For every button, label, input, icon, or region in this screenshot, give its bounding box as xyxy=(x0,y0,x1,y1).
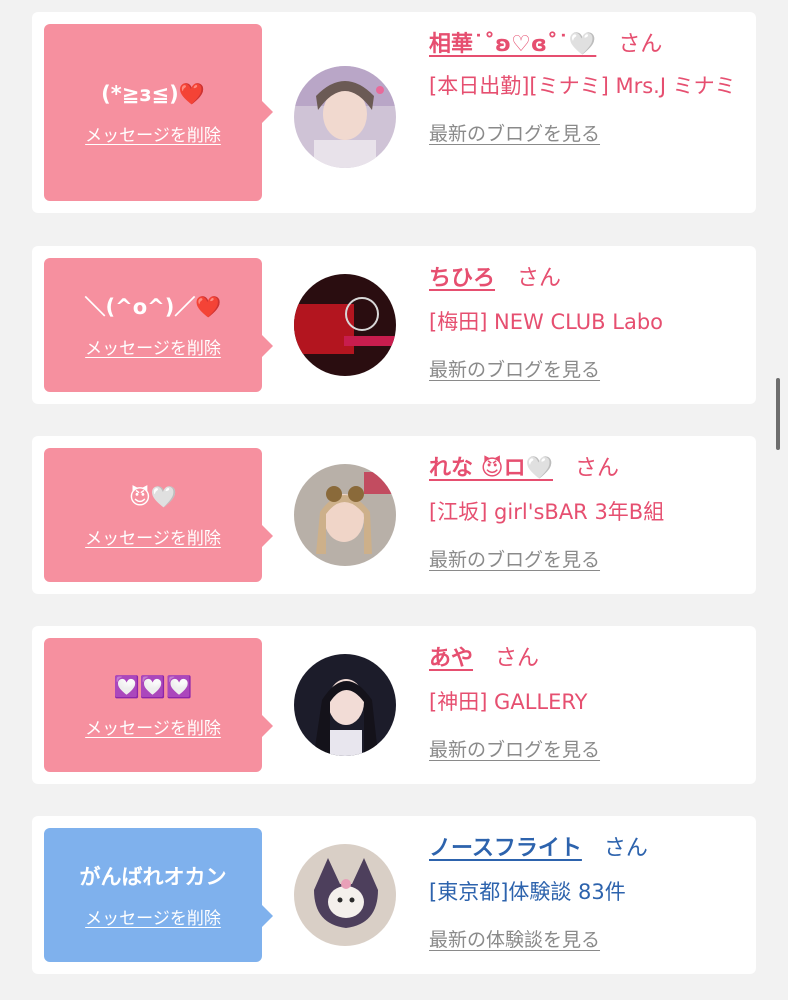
avatar[interactable] xyxy=(294,274,396,376)
message-card: (*≧з≦)❤️ メッセージを削除 相華˙˚ʚ♡ɞ˚˙🤍 さん [本日出勤][ミナ… xyxy=(32,12,756,213)
member-name-link[interactable]: れな 😈ロ🤍 xyxy=(429,456,553,481)
latest-blog-link[interactable]: 最新のブログを見る xyxy=(429,114,600,154)
message-card: 😈🤍 メッセージを削除 れな 😈ロ🤍 さん [江坂] girl'sBAR 3年B組… xyxy=(32,436,756,594)
latest-experience-link[interactable]: 最新の体験談を見る xyxy=(429,920,600,960)
honorific: さん xyxy=(618,32,663,57)
member-name-link[interactable]: ちひろ xyxy=(429,266,495,291)
message-card: ＼(^o^)／❤️ メッセージを削除 ちひろ さん [梅田] NEW CLUB L… xyxy=(32,246,756,404)
delete-message-link[interactable]: メッセージを削除 xyxy=(85,121,221,146)
message-bubble: ＼(^o^)／❤️ メッセージを削除 xyxy=(44,258,273,392)
shop-info: [東京都]体験談 83件 xyxy=(429,880,626,904)
member-info: ノースフライト さん [東京都]体験談 83件 最新の体験談を見る xyxy=(429,828,739,960)
member-name-link[interactable]: 相華˙˚ʚ♡ɞ˚˙🤍 xyxy=(429,32,596,57)
member-info: あや さん [神田] GALLERY 最新のブログを見る xyxy=(429,638,739,770)
message-bubble: 💟💟💟 メッセージを削除 xyxy=(44,638,273,772)
member-info: 相華˙˚ʚ♡ɞ˚˙🤍 さん [本日出勤][ミナミ] Mrs.J ミナミ 最新のブロ… xyxy=(429,24,739,154)
delete-message-link[interactable]: メッセージを削除 xyxy=(85,904,221,929)
club-logo-photo-icon xyxy=(294,274,396,376)
message-text: ＼(^o^)／❤️ xyxy=(84,294,222,319)
latest-blog-link[interactable]: 最新のブログを見る xyxy=(429,350,600,390)
honorific: さん xyxy=(575,456,620,481)
message-text: (*≧з≦)❤️ xyxy=(101,82,205,106)
member-info: れな 😈ロ🤍 さん [江坂] girl'sBAR 3年B組 最新のブログを見る xyxy=(429,448,739,580)
honorific: さん xyxy=(517,266,562,291)
honorific: さん xyxy=(603,836,648,861)
shop-info: [本日出勤][ミナミ] Mrs.J ミナミ xyxy=(429,74,736,98)
person-photo-icon xyxy=(294,66,396,168)
avatar[interactable] xyxy=(294,464,396,566)
shop-info: [梅田] NEW CLUB Labo xyxy=(429,310,663,334)
avatar[interactable] xyxy=(294,66,396,168)
person-photo-icon xyxy=(294,464,396,566)
scrollbar-thumb[interactable] xyxy=(776,378,780,450)
delete-message-link[interactable]: メッセージを削除 xyxy=(85,334,221,359)
shop-info: [江坂] girl'sBAR 3年B組 xyxy=(429,500,665,524)
message-text: 💟💟💟 xyxy=(113,674,193,699)
latest-blog-link[interactable]: 最新のブログを見る xyxy=(429,540,600,580)
member-name-link[interactable]: あや xyxy=(429,646,473,671)
member-info: ちひろ さん [梅田] NEW CLUB Labo 最新のブログを見る xyxy=(429,258,739,390)
delete-message-link[interactable]: メッセージを削除 xyxy=(85,524,221,549)
person-photo-icon xyxy=(294,654,396,756)
message-bubble: 😈🤍 メッセージを削除 xyxy=(44,448,273,582)
avatar[interactable] xyxy=(294,844,396,946)
message-bubble: がんばれオカン メッセージを削除 xyxy=(44,828,273,962)
message-text: がんばれオカン xyxy=(79,864,227,889)
latest-blog-link[interactable]: 最新のブログを見る xyxy=(429,730,600,770)
message-card: がんばれオカン メッセージを削除 ノースフライト さん [東京都]体験談 83件 … xyxy=(32,816,756,974)
member-name-link[interactable]: ノースフライト xyxy=(429,836,582,861)
shop-info: [神田] GALLERY xyxy=(429,690,588,714)
honorific: さん xyxy=(495,646,540,671)
message-text: 😈🤍 xyxy=(128,484,178,509)
delete-message-link[interactable]: メッセージを削除 xyxy=(85,714,221,739)
avatar[interactable] xyxy=(294,654,396,756)
message-bubble: (*≧з≦)❤️ メッセージを削除 xyxy=(44,24,273,201)
message-card: 💟💟💟 メッセージを削除 あや さん [神田] GALLERY 最新のブログを見る xyxy=(32,626,756,784)
character-plush-photo-icon xyxy=(294,844,396,946)
